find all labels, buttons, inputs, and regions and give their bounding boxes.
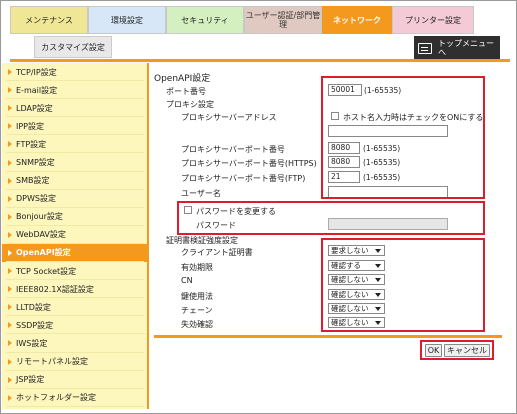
sidebar-item[interactable]: LLTD設定 — [2, 298, 148, 317]
sidebar-item-label: SNMP設定 — [16, 158, 55, 168]
sidebar-item-label: JSP設定 — [16, 375, 45, 385]
revocation-label: 失効確認 — [181, 320, 213, 329]
client-cert-label: クライアント証明書 — [181, 248, 253, 257]
arrow-right-icon — [8, 177, 12, 184]
tab-environment[interactable]: 環境設定 — [88, 6, 166, 34]
tab-printer[interactable]: プリンター設定 — [392, 6, 474, 34]
arrow-right-icon — [8, 105, 12, 112]
proxy-address-label: プロキシサーバーアドレス — [181, 113, 277, 122]
port-label: ポート番号 — [166, 87, 206, 96]
sidebar-item-label: SMB設定 — [16, 176, 50, 186]
tab-security[interactable]: セキュリティ — [166, 6, 244, 34]
sidebar-item[interactable]: LDAP設定 — [2, 99, 148, 118]
sidebar-item-label: SSDP設定 — [16, 320, 54, 330]
sidebar-item-label: Bonjour設定 — [16, 212, 63, 222]
top-menu-label: トップメニューへ — [438, 39, 494, 57]
proxy-port-https-label: プロキシサーバーポート番号(HTTPS) — [181, 159, 317, 168]
page-title: OpenAPI設定 — [154, 74, 211, 84]
sidebar-scrollbar[interactable] — [147, 63, 149, 409]
arrow-right-icon — [8, 376, 12, 383]
chain-label: チェーン — [181, 306, 213, 315]
top-tabs: メンテナンス 環境設定 セキュリティ ユーザー認証/部門管理 ネットワーク プリ… — [10, 6, 510, 36]
sidebar-item[interactable]: JSP設定 — [2, 371, 148, 389]
highlight-box-cert — [321, 238, 485, 332]
sidebar-item[interactable]: IPP設定 — [2, 117, 148, 136]
sidebar-item[interactable]: IEEE802.1X認証設定 — [2, 280, 148, 299]
tab-customize[interactable]: カスタマイズ設定 — [34, 36, 112, 58]
cn-label: CN — [181, 276, 193, 285]
tab-network[interactable]: ネットワーク — [322, 6, 392, 34]
menu-icon — [418, 42, 432, 54]
arrow-right-icon — [8, 159, 12, 166]
sidebar-item-label: リモートパネル設定 — [16, 357, 88, 367]
top-menu-button[interactable]: トップメニューへ — [414, 36, 500, 60]
arrow-right-icon — [8, 195, 12, 202]
arrow-right-icon — [8, 69, 12, 76]
sidebar-item[interactable]: ホットフォルダー設定 — [2, 389, 148, 407]
cert-section-label: 証明書検証強度設定 — [166, 236, 238, 245]
sidebar-item[interactable]: リモートパネル設定 — [2, 353, 148, 371]
highlight-box-port-proxy — [321, 76, 485, 199]
sidebar-item[interactable]: SSDP設定 — [2, 316, 148, 335]
sidebar-item-label: ホットフォルダー設定 — [16, 393, 96, 403]
sidebar-item[interactable]: OpenAPI設定 — [2, 243, 148, 263]
sidebar-item-label: WebDAV設定 — [16, 230, 66, 240]
sidebar-item-label: TCP/IP設定 — [16, 67, 57, 77]
sidebar-item-label: IWS設定 — [16, 338, 48, 348]
sidebar-item-label: E-mail設定 — [16, 85, 58, 95]
sidebar-item[interactable]: TCP Socket設定 — [2, 262, 148, 281]
arrow-right-icon — [8, 394, 12, 401]
highlight-box-password — [177, 201, 485, 235]
arrow-right-icon — [8, 249, 12, 256]
sidebar-item-label: OpenAPI設定 — [16, 248, 71, 258]
sidebar-item[interactable]: TCP/IP設定 — [2, 63, 148, 82]
ok-button[interactable]: OK — [425, 344, 442, 357]
sidebar-item[interactable]: FTP設定 — [2, 135, 148, 154]
sidebar-item[interactable]: WebDAV設定 — [2, 226, 148, 245]
key-usage-label: 鍵使用法 — [181, 292, 213, 301]
arrow-right-icon — [8, 304, 12, 311]
sidebar: TCP/IP設定 E-mail設定 LDAP設定 IPP設定 FTP設定 SNMP設定 SM… — [2, 63, 148, 409]
tab-user-auth[interactable]: ユーザー認証/部門管理 — [244, 6, 322, 34]
sidebar-item-label: TCP Socket設定 — [16, 266, 77, 276]
sidebar-item-label: IPP設定 — [16, 121, 45, 131]
tab-maintenance[interactable]: メンテナンス — [10, 6, 88, 34]
arrow-right-icon — [8, 231, 12, 238]
sidebar-item[interactable]: E-mail設定 — [2, 81, 148, 100]
sidebar-item-label: IEEE802.1X認証設定 — [16, 284, 94, 294]
footer-divider — [154, 335, 502, 338]
sidebar-item-label: LDAP設定 — [16, 103, 53, 113]
arrow-right-icon — [8, 141, 12, 148]
cancel-button[interactable]: キャンセル — [444, 344, 490, 357]
sidebar-item[interactable]: IWS設定 — [2, 334, 148, 353]
header-divider — [10, 59, 510, 62]
proxy-port-ftp-label: プロキシサーバーポート番号(FTP) — [181, 174, 306, 183]
arrow-right-icon — [8, 268, 12, 275]
arrow-right-icon — [8, 358, 12, 365]
sidebar-item[interactable]: DPWS設定 — [2, 190, 148, 208]
username-label: ユーザー名 — [181, 189, 221, 198]
sidebar-item-label: FTP設定 — [16, 139, 47, 149]
validity-label: 有効期限 — [181, 263, 213, 272]
proxy-port-label: プロキシサーバーポート番号 — [181, 145, 285, 154]
arrow-right-icon — [8, 213, 12, 220]
arrow-right-icon — [8, 322, 12, 329]
sidebar-item-label: DPWS設定 — [16, 194, 56, 204]
sidebar-item[interactable]: Bonjour設定 — [2, 208, 148, 226]
arrow-right-icon — [8, 87, 12, 94]
arrow-right-icon — [8, 286, 12, 293]
sidebar-item-label: LLTD設定 — [16, 302, 51, 312]
arrow-right-icon — [8, 123, 12, 130]
proxy-section-label: プロキシ設定 — [166, 100, 214, 109]
arrow-right-icon — [8, 340, 12, 347]
sidebar-item[interactable]: SMB設定 — [2, 172, 148, 190]
sidebar-item[interactable]: SNMP設定 — [2, 153, 148, 172]
